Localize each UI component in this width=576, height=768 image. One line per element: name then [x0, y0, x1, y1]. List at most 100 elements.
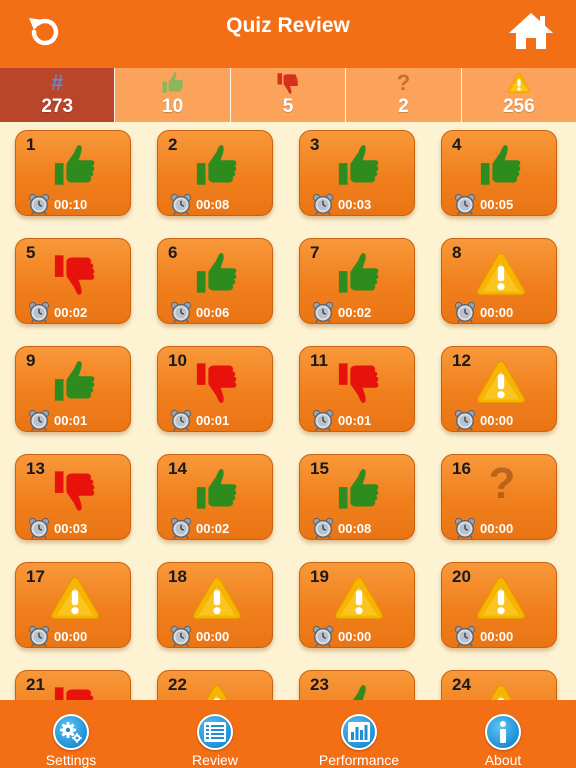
question-tile[interactable]: 23 [299, 670, 415, 700]
stat-unsure[interactable]: ? 2 [346, 68, 462, 122]
question-number: 1 [26, 135, 36, 154]
stats-bar: # 273 10 5 ? 2 256 [0, 68, 576, 122]
question-tile[interactable]: 15 00:08 [299, 454, 415, 540]
stat-correct-value: 10 [162, 96, 184, 117]
alarm-clock-icon [312, 517, 334, 539]
question-tile[interactable]: 18 00:00 [157, 562, 273, 648]
bottom-nav: Settings Review Performance About [0, 700, 576, 768]
thumbs-down-icon [46, 683, 104, 700]
question-tile[interactable]: 24 [441, 670, 557, 700]
question-tile[interactable]: 21 [15, 670, 131, 700]
stat-unsure-value: 2 [398, 96, 409, 117]
stat-correct[interactable]: 10 [115, 68, 231, 122]
question-number: 23 [310, 675, 329, 694]
nav-review-label: Review [192, 752, 238, 768]
question-grid: 1 00:10 2 00:08 3 00:03 4 00:05 5 00:02 6 00:06 7 00:… [0, 122, 576, 700]
question-tile[interactable]: 1 00:10 [15, 130, 131, 216]
question-tile[interactable]: 14 00:02 [157, 454, 273, 540]
alarm-clock-icon [28, 517, 50, 539]
alarm-clock-icon [170, 517, 192, 539]
alarm-clock-icon [28, 301, 50, 323]
info-icon [485, 714, 521, 750]
question-tile[interactable]: 3 00:03 [299, 130, 415, 216]
question-tile[interactable]: 7 00:02 [299, 238, 415, 324]
thumbs-up-icon [330, 143, 388, 189]
alarm-clock-icon [170, 409, 192, 431]
thumbs-up-icon [46, 359, 104, 405]
nav-performance[interactable]: Performance [304, 700, 414, 768]
alarm-clock-icon [312, 409, 334, 431]
question-number: 15 [310, 459, 329, 478]
home-icon[interactable] [506, 9, 556, 53]
question-tile[interactable]: 5 00:02 [15, 238, 131, 324]
question-number: 10 [168, 351, 187, 370]
alarm-clock-icon [454, 193, 476, 215]
nav-about[interactable]: About [448, 700, 558, 768]
nav-review[interactable]: Review [160, 700, 270, 768]
question-number: 16 [452, 459, 471, 478]
question-mark-icon: ? [396, 70, 411, 95]
question-tile[interactable]: 13 00:03 [15, 454, 131, 540]
alarm-clock-icon [28, 409, 50, 431]
nav-settings[interactable]: Settings [16, 700, 126, 768]
hash-icon: # [51, 70, 64, 95]
alarm-clock-icon [170, 193, 192, 215]
alarm-clock-icon [170, 301, 192, 323]
gears-icon [53, 714, 89, 750]
question-time: 00:01 [338, 413, 372, 428]
question-time: 00:00 [480, 305, 514, 320]
alarm-clock-icon [454, 301, 476, 323]
question-tile[interactable]: 22 [157, 670, 273, 700]
thumbs-up-icon [188, 143, 246, 189]
question-time: 00:10 [54, 197, 88, 212]
bar-chart-icon [341, 714, 377, 750]
question-number: 3 [310, 135, 320, 154]
stat-total-value: 273 [41, 96, 74, 117]
thumbs-down-icon [46, 251, 104, 297]
alarm-clock-icon [312, 301, 334, 323]
question-number: 2 [168, 135, 178, 154]
question-tile[interactable]: 9 00:01 [15, 346, 131, 432]
stat-total[interactable]: # 273 [0, 68, 116, 122]
question-tile[interactable]: 20 00:00 [441, 562, 557, 648]
question-tile[interactable]: 4 00:05 [441, 130, 557, 216]
stat-wrong[interactable]: 5 [231, 68, 347, 122]
warning-icon [472, 359, 530, 405]
question-time: 00:05 [480, 197, 514, 212]
alarm-clock-icon [28, 625, 50, 647]
stat-unanswered-value: 256 [502, 96, 535, 117]
question-number: 7 [310, 243, 320, 262]
question-number: 4 [452, 135, 462, 154]
header-bar: Quiz Review [0, 0, 576, 68]
thumbs-up-icon [330, 467, 388, 513]
question-time: 00:00 [480, 629, 514, 644]
question-time: 00:06 [196, 305, 230, 320]
question-number: 20 [452, 567, 471, 586]
question-number: 11 [310, 351, 328, 370]
thumbs-down-icon [330, 359, 388, 405]
list-icon [197, 714, 233, 750]
question-number: 9 [26, 351, 36, 370]
warning-icon [507, 71, 531, 95]
warning-icon [472, 575, 530, 621]
question-tile[interactable]: 8 00:00 [441, 238, 557, 324]
question-time: 00:00 [338, 629, 372, 644]
question-time: 00:00 [480, 521, 514, 536]
question-tile[interactable]: 10 00:01 [157, 346, 273, 432]
stat-unanswered[interactable]: 256 [462, 68, 576, 122]
thumbs-down-icon [188, 359, 246, 405]
nav-settings-label: Settings [45, 752, 97, 768]
question-tile[interactable]: 11 00:01 [299, 346, 415, 432]
question-tile[interactable]: 12 00:00 [441, 346, 557, 432]
alarm-clock-icon [454, 625, 476, 647]
question-tile[interactable]: 19 00:00 [299, 562, 415, 648]
question-number: 13 [26, 459, 45, 478]
thumbs-up-icon [330, 683, 388, 700]
question-tile[interactable]: 6 00:06 [157, 238, 273, 324]
question-number: 21 [26, 675, 45, 694]
question-tile[interactable]: 17 00:00 [15, 562, 131, 648]
question-number: 14 [168, 459, 187, 478]
question-tile[interactable]: 2 00:08 [157, 130, 273, 216]
question-tile[interactable]: 16? 00:00 [441, 454, 557, 540]
alarm-clock-icon [312, 193, 334, 215]
